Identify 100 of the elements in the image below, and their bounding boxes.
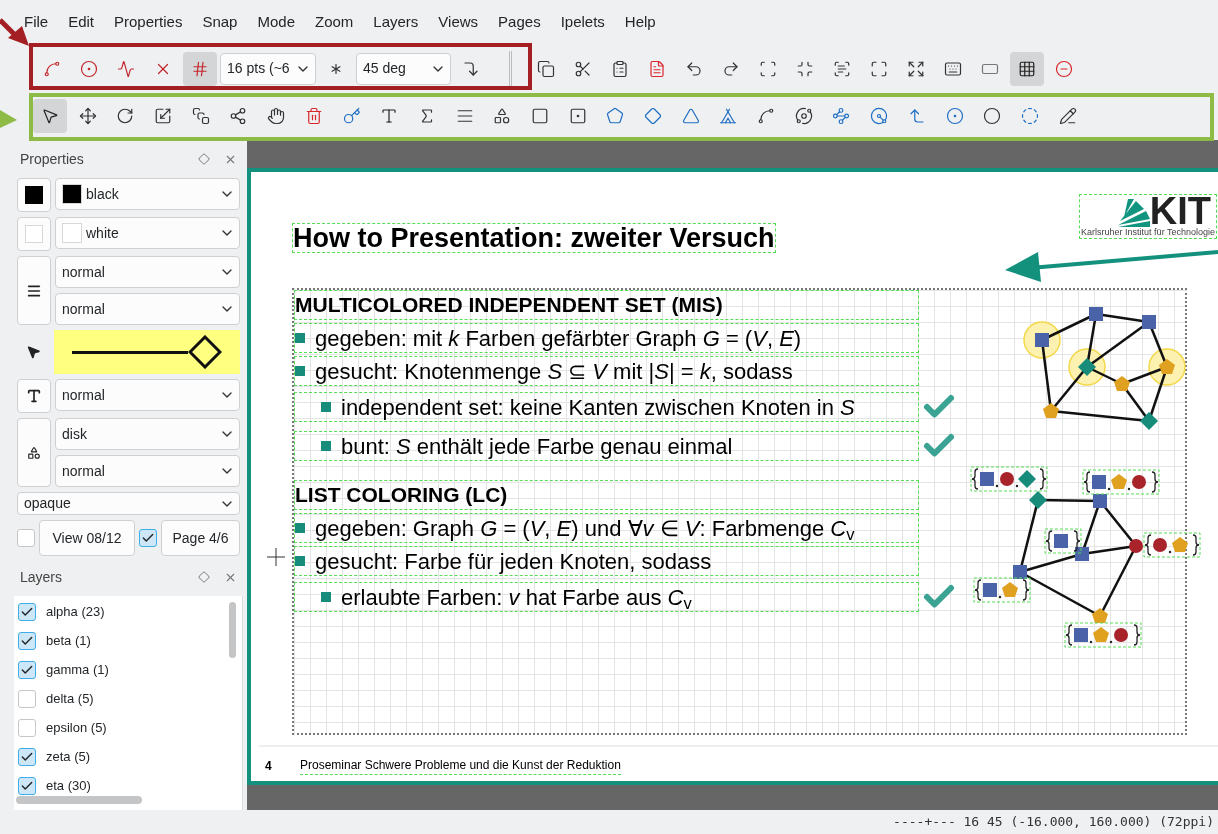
diamond-icon: [188, 335, 222, 369]
menu-item[interactable]: Properties: [104, 11, 193, 34]
arrow-style-preview[interactable]: [54, 330, 240, 374]
checkbox[interactable]: [18, 776, 36, 795]
dropdown-value: 45 deg: [363, 59, 406, 78]
graph-node: [1075, 547, 1089, 561]
dropdown-value: disk: [62, 424, 87, 444]
toolbar-button[interactable]: [33, 99, 67, 133]
maximize-icon: [870, 59, 888, 78]
checkbox[interactable]: [18, 660, 36, 679]
trash-icon: [304, 107, 323, 125]
document-icon: [648, 59, 666, 78]
corner-icon: [462, 59, 480, 78]
color-set-label: [1044, 528, 1082, 554]
scaling-icon: [154, 107, 173, 125]
color-set-label: [1143, 532, 1201, 558]
graph-node: [1114, 376, 1130, 391]
layer-name[interactable]: delta (5): [46, 688, 94, 709]
bullet-item: gegeben: mit k Farben gefärbter Graph G = (V, E): [294, 323, 919, 353]
scrollbar[interactable]: [229, 602, 236, 658]
waypoints-icon: [832, 107, 851, 125]
checkbox[interactable]: [139, 529, 157, 547]
menu-item[interactable]: Edit: [58, 11, 105, 34]
pencil-icon: [1058, 107, 1077, 125]
graph-node: [1092, 608, 1108, 623]
checkbox[interactable]: [18, 602, 36, 621]
circle-dot-icon: [80, 59, 98, 78]
panel-title: Layers: [20, 567, 63, 587]
annotation-arrow: [0, 110, 17, 128]
page-button[interactable]: Page 4/6: [161, 520, 240, 556]
graph-node: [1029, 491, 1047, 509]
copy-icon: [537, 59, 555, 78]
section-heading: LIST COLORING (LC): [294, 480, 919, 510]
dropdown-value: normal: [62, 299, 105, 319]
pointer-icon: [41, 107, 59, 125]
dashed-circle-icon: [1020, 107, 1039, 125]
dropdown[interactable]: black: [55, 178, 240, 210]
type-icon: [26, 388, 42, 404]
lines-icon: [455, 107, 474, 125]
menu-item[interactable]: Layers: [363, 11, 429, 34]
menu-item[interactable]: Mode: [247, 11, 305, 34]
float-icon[interactable]: [198, 570, 210, 583]
dropdown[interactable]: normal: [55, 256, 240, 288]
checkbox[interactable]: [18, 718, 36, 737]
slide-footer: Proseminar Schwere Probleme und die Kunst der Reduktion: [300, 756, 621, 775]
graph-node: [1013, 565, 1027, 579]
menu-item[interactable]: File: [14, 11, 59, 34]
checkbox[interactable]: [18, 689, 36, 708]
dropdown[interactable]: disk: [55, 418, 240, 450]
panel-title: Properties: [20, 149, 84, 169]
status-text: ----+--- 16 45 (-16.000, 160.000) (72ppi): [893, 813, 1214, 832]
dropdown-value: opaque: [24, 494, 71, 513]
menu-item[interactable]: Ipelets: [550, 11, 615, 34]
menu-item[interactable]: Snap: [192, 11, 248, 34]
property-button[interactable]: [17, 178, 51, 212]
menu-item[interactable]: Views: [428, 11, 489, 34]
menu-item[interactable]: Help: [614, 11, 666, 34]
layer-name[interactable]: epsilon (5): [46, 717, 107, 738]
scan-icon: [759, 59, 777, 78]
layer-name[interactable]: eta (30): [46, 775, 91, 796]
fan-logo-icon: [1117, 199, 1150, 227]
spline-icon: [757, 107, 776, 125]
checkbox[interactable]: [18, 631, 36, 650]
dropdown[interactable]: normal: [55, 379, 240, 411]
scrollbar[interactable]: [16, 796, 142, 804]
layer-name[interactable]: gamma (1): [46, 659, 109, 680]
color-set-label: [973, 577, 1031, 603]
dropdown[interactable]: normal: [55, 455, 240, 487]
dropdown-value: white: [86, 223, 119, 243]
move-icon: [78, 107, 97, 125]
dropdown[interactable]: 45 deg: [356, 52, 451, 85]
checkbox[interactable]: [17, 529, 35, 547]
view-button[interactable]: View 08/12: [39, 520, 135, 556]
float-icon[interactable]: [198, 152, 210, 165]
dropdown[interactable]: 16 pts (~6: [220, 52, 316, 85]
checkbox[interactable]: [18, 747, 36, 766]
menu-item[interactable]: Zoom: [305, 11, 364, 34]
dropdown[interactable]: white: [55, 217, 240, 249]
radius-icon: [870, 107, 889, 125]
graph-node: [1159, 359, 1175, 374]
graph-node: [1043, 403, 1059, 418]
circle-dot-icon: [945, 107, 964, 125]
square-icon: [530, 107, 549, 125]
layer-name[interactable]: beta (1): [46, 630, 91, 651]
check-icon: [141, 531, 155, 545]
bullet-item: erlaubte Farben: v hat Farbe aus C$_{v}$: [294, 582, 919, 612]
minus-circle-icon: [1055, 59, 1073, 78]
bullet-item: gesucht: Knotenmenge S ⊆ V mit |S| = k, sodass: [294, 356, 919, 386]
dropdown[interactable]: normal: [55, 293, 240, 325]
dropdown-value: normal: [62, 461, 105, 481]
crosshair-icon: [267, 548, 285, 566]
toolbar-button[interactable]: [1010, 51, 1044, 86]
rotate-icon: [116, 107, 135, 125]
menu-item[interactable]: Pages: [488, 11, 551, 34]
dropdown[interactable]: opaque: [17, 492, 240, 515]
minimize-icon: [796, 59, 814, 78]
layer-name[interactable]: zeta (5): [46, 746, 91, 767]
layer-name[interactable]: alpha (23): [46, 601, 105, 622]
property-button[interactable]: [17, 379, 51, 413]
spline-icon: [43, 59, 61, 78]
